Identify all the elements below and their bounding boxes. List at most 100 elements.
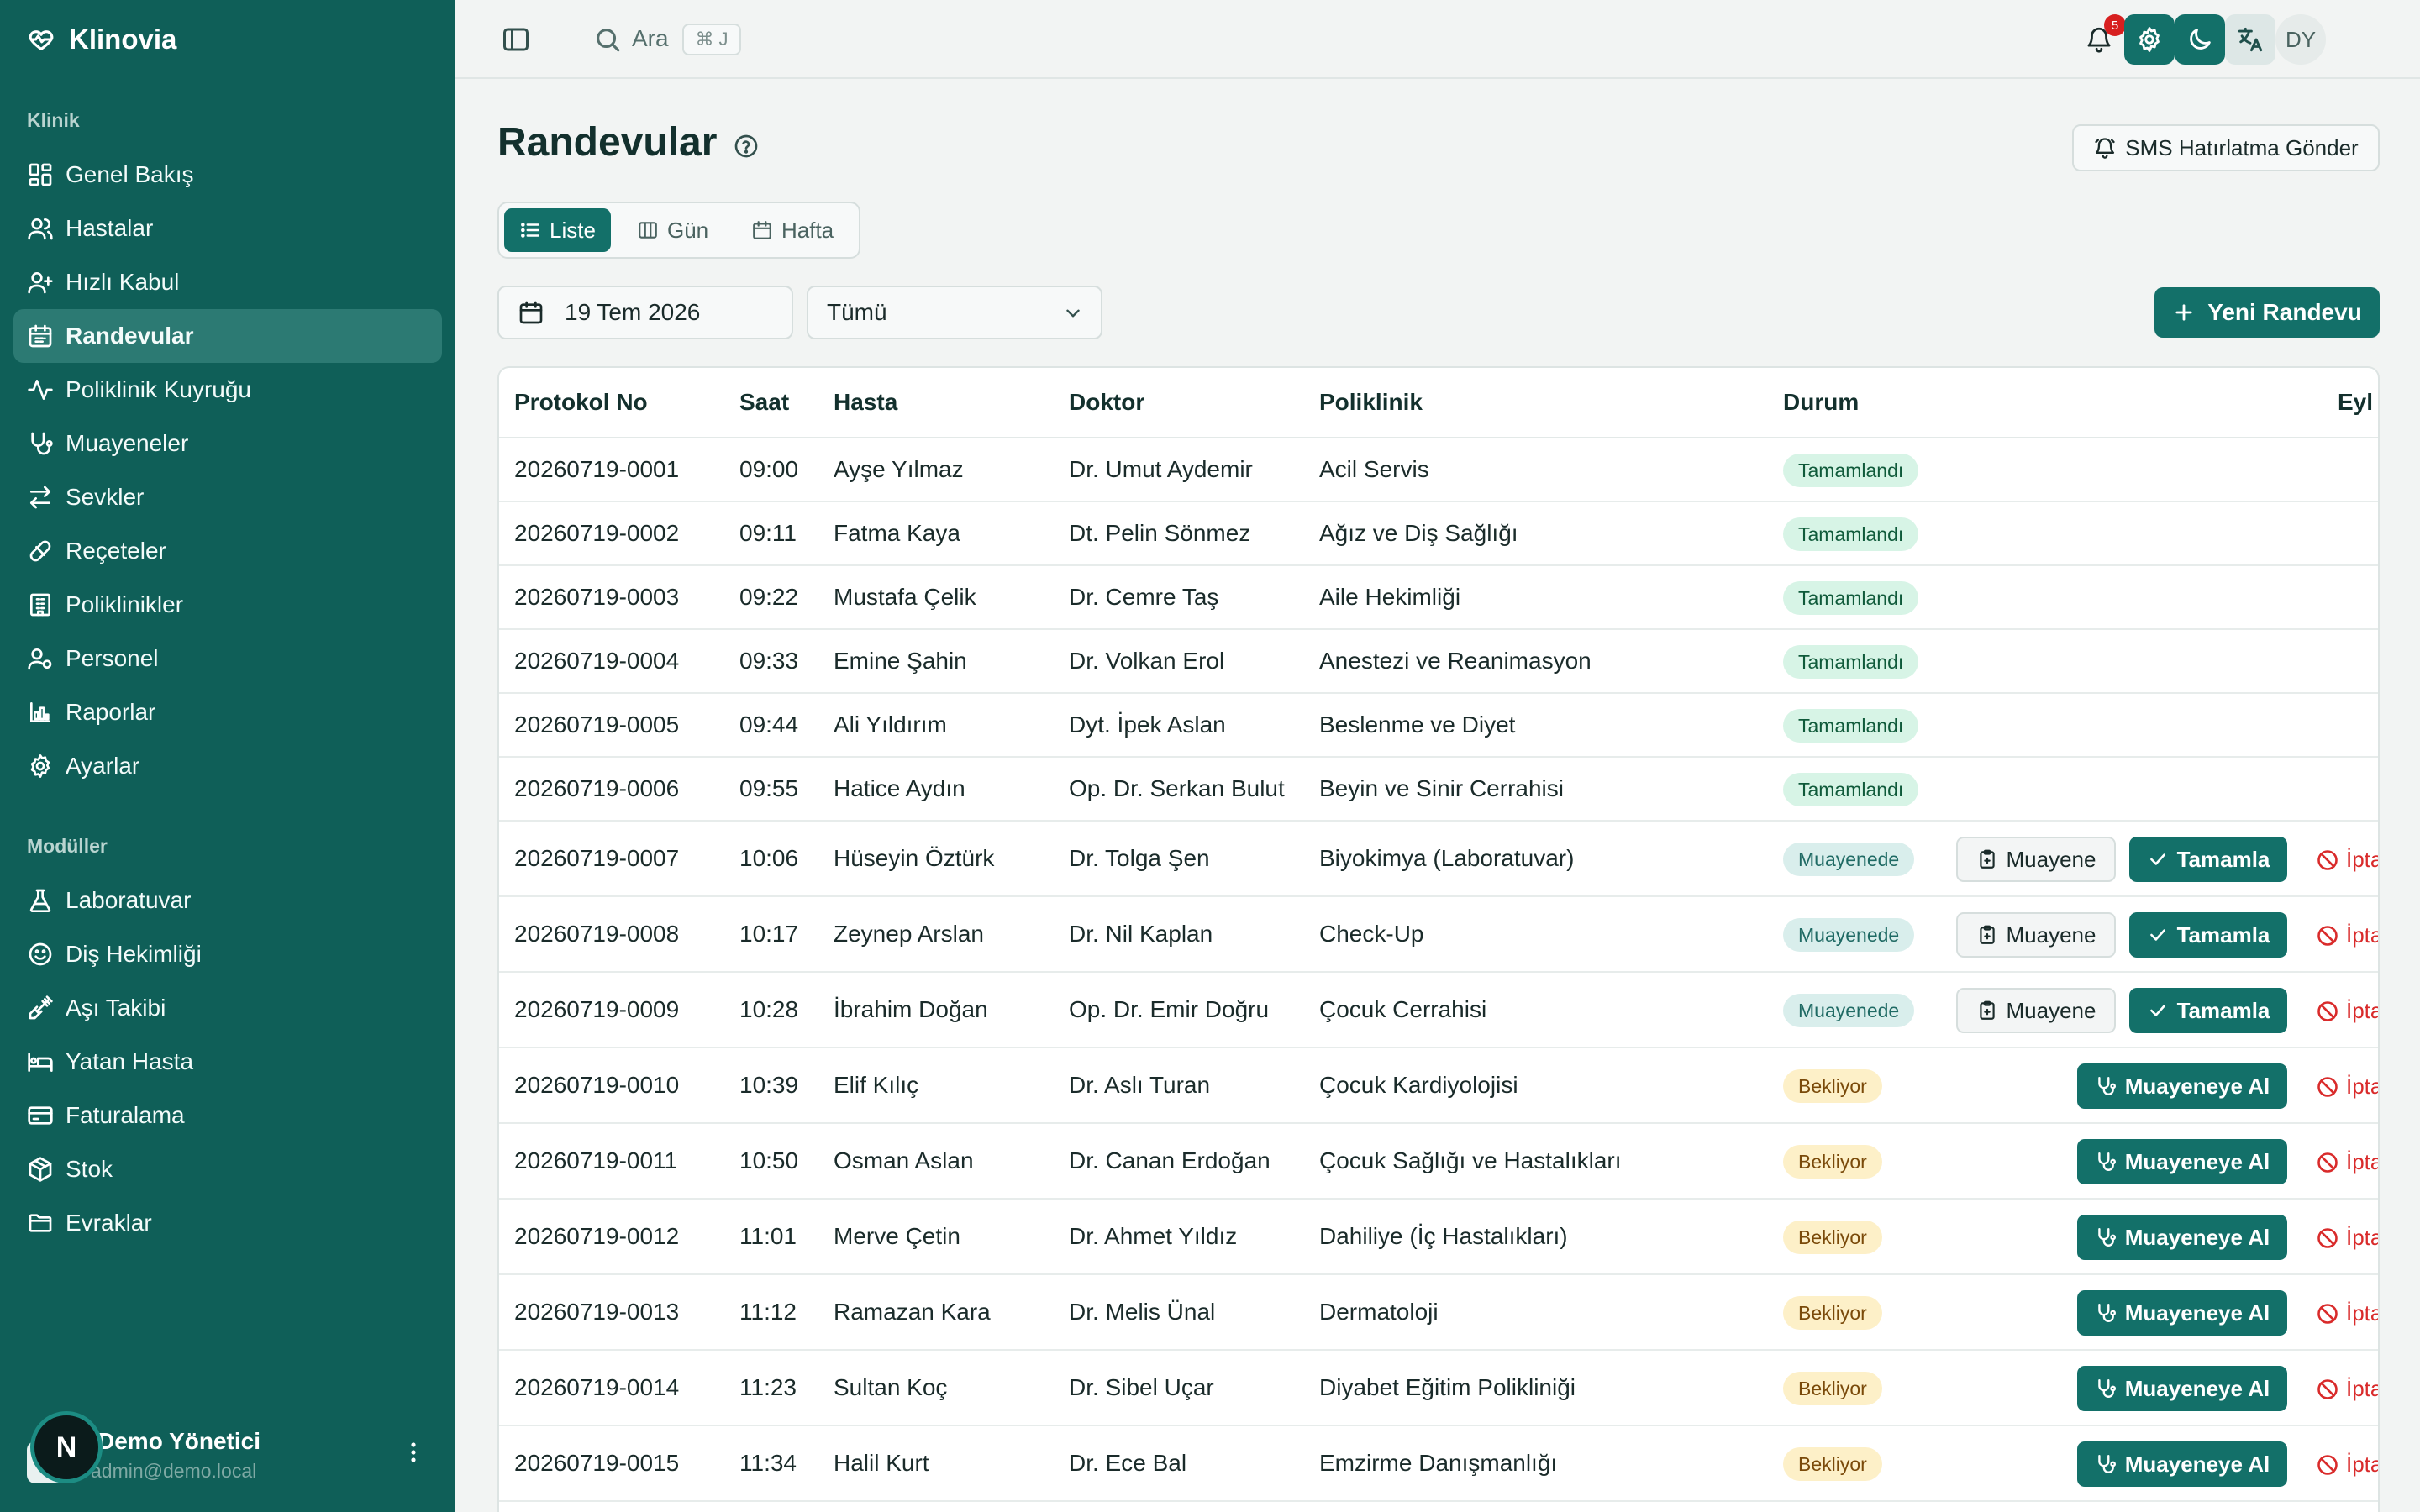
column-header-status[interactable]: Durum	[1783, 368, 1859, 437]
table-row[interactable]: 20260719-0015 11:34 Halil Kurt Dr. Ece Bal E…	[499, 1426, 2378, 1502]
sidebar-item-evraklar[interactable]: Evraklar	[13, 1196, 442, 1250]
tab-liste[interactable]: Liste	[504, 208, 611, 252]
brand[interactable]: Klinovia	[27, 24, 176, 55]
cell-clinic: Acil Servis	[1319, 456, 1429, 482]
sidebar-item-raporlar[interactable]: Raporlar	[13, 685, 442, 739]
table-row[interactable]: 20260719-0001 09:00 Ayşe Yılmaz Dr. Umut Ay…	[499, 438, 2378, 502]
sms-reminder-button[interactable]: SMS Hatırlatma Gönder	[2072, 124, 2380, 171]
cell-doctor: Op. Dr. Serkan Bulut	[1069, 775, 1285, 801]
sidebar-item-label: Personel	[66, 645, 159, 671]
sidebar-item-sevkler[interactable]: Sevkler	[13, 470, 442, 524]
table-row[interactable]: 20260719-0009 10:28 İbrahim Doğan Op. Dr. E…	[499, 973, 2378, 1048]
dark-mode-button[interactable]	[2175, 14, 2225, 65]
take-to-exam-button[interactable]: Muayeneye Al	[2077, 1063, 2287, 1109]
table-row[interactable]: 20260719-0006 09:55 Hatice Aydın Op. Dr. Se…	[499, 758, 2378, 822]
sidebar-item-yatan-hasta[interactable]: Yatan Hasta	[13, 1035, 442, 1089]
tab-gun[interactable]: Gün	[622, 208, 723, 252]
take-to-exam-button[interactable]: Muayeneye Al	[2077, 1139, 2287, 1184]
cancel-appointment-button[interactable]: İpta	[2316, 1452, 2378, 1478]
language-button[interactable]	[2225, 14, 2275, 65]
search-shortcut: ⌘ J	[682, 24, 741, 55]
sidebar-item-diş-hekimliği[interactable]: Diş Hekimliği	[13, 927, 442, 981]
column-header-clinic[interactable]: Poliklinik	[1319, 368, 1423, 437]
sidebar-item-poliklinik-kuyruğu[interactable]: Poliklinik Kuyruğu	[13, 363, 442, 417]
complete-button[interactable]: Tamamla	[2129, 912, 2287, 958]
sidebar-item-muayeneler[interactable]: Muayeneler	[13, 417, 442, 470]
sidebar-item-hızlı-kabul[interactable]: Hızlı Kabul	[13, 255, 442, 309]
sidebar-item-poliklinikler[interactable]: Poliklinikler	[13, 578, 442, 632]
cancel-appointment-button[interactable]: İpta	[2316, 1376, 2378, 1402]
table-row[interactable]: 20260719-0014 11:23 Sultan Koç Dr. Sibel Uç…	[499, 1351, 2378, 1426]
sidebar-item-stok[interactable]: Stok	[13, 1142, 442, 1196]
cancel-appointment-button[interactable]: İpta	[2316, 847, 2378, 873]
cancel-appointment-button[interactable]: İpta	[2316, 998, 2378, 1024]
search-icon[interactable]	[593, 25, 622, 54]
cancel-appointment-button[interactable]: İpta	[2316, 1225, 2378, 1251]
cell-doctor: Dr. Nil Kaplan	[1069, 921, 1213, 947]
table-row[interactable]: 20260719-0002 09:11 Fatma Kaya Dt. Pelin Sö…	[499, 502, 2378, 566]
sidebar-item-aşı-takibi[interactable]: Aşı Takibi	[13, 981, 442, 1035]
search-input[interactable]: Ara	[632, 25, 669, 52]
smile-icon	[29, 942, 52, 966]
cancel-appointment-button[interactable]: İpta	[2316, 1074, 2378, 1100]
examine-button[interactable]: Muayene	[1956, 988, 2116, 1033]
cancel-appointment-button[interactable]: İpta	[2316, 922, 2378, 948]
table-row[interactable]: 20260719-0008 10:17 Zeynep Arslan Dr. Nil K…	[499, 897, 2378, 973]
column-header-doctor[interactable]: Doktor	[1069, 368, 1144, 437]
user-profile[interactable]: N Demo Yönetici admin@demo.local	[27, 1408, 430, 1488]
tab-hafta[interactable]: Hafta	[736, 208, 849, 252]
table-row[interactable]: 20260719-0007 10:06 Hüseyin Öztürk Dr. Tolg…	[499, 822, 2378, 897]
help-circle-icon[interactable]	[733, 133, 760, 160]
column-header-protocol[interactable]: Protokol No	[514, 368, 648, 437]
cell-doctor: Dr. Cemre Taş	[1069, 584, 1219, 610]
clipboard-icon	[1979, 849, 1995, 869]
column-header-actions: Eyl	[2338, 389, 2374, 415]
cell-patient: Ali Yıldırım	[834, 711, 947, 738]
table-row[interactable]: 20260719-0012 11:01 Merve Çetin Dr. Ahmet Y…	[499, 1200, 2378, 1275]
take-to-exam-button[interactable]: Muayeneye Al	[2077, 1290, 2287, 1336]
sidebar-toggle-icon[interactable]	[501, 24, 531, 55]
appointments-table: Protokol No Saat Hasta Doktor Poliklinik…	[497, 366, 2380, 1512]
sidebar-item-randevular[interactable]: Randevular	[13, 309, 442, 363]
cell-protocol: 20260719-0010	[514, 1072, 680, 1098]
table-row[interactable]: 20260719-0011 10:50 Osman Aslan Dr. Canan E…	[499, 1124, 2378, 1200]
table-row[interactable]: 20260719-0010 10:39 Elif Kılıç Dr. Aslı Tur…	[499, 1048, 2378, 1124]
sidebar-item-ayarlar[interactable]: Ayarlar	[13, 739, 442, 793]
examine-button[interactable]: Muayene	[1956, 912, 2116, 958]
take-to-exam-button[interactable]: Muayeneye Al	[2077, 1366, 2287, 1411]
cancel-appointment-button[interactable]: İpta	[2316, 1300, 2378, 1326]
status-badge: Bekliyor	[1783, 1069, 1882, 1103]
complete-button[interactable]: Tamamla	[2129, 837, 2287, 882]
status-filter-select[interactable]: Tümü	[807, 286, 1102, 339]
cell-clinic: Diyabet Eğitim Polikliniği	[1319, 1374, 1576, 1400]
sidebar-item-faturalama[interactable]: Faturalama	[13, 1089, 442, 1142]
check-icon	[2149, 853, 2165, 865]
column-header-patient[interactable]: Hasta	[834, 368, 897, 437]
sidebar-item-reçeteler[interactable]: Reçeteler	[13, 524, 442, 578]
column-header-time[interactable]: Saat	[739, 368, 789, 437]
new-appointment-button[interactable]: Yeni Randevu	[2154, 287, 2380, 338]
table-row[interactable]: 20260719-0004 09:33 Emine Şahin Dr. Volkan …	[499, 630, 2378, 694]
date-picker[interactable]: 19 Tem 2026	[497, 286, 793, 339]
cancel-appointment-button[interactable]: İpta	[2316, 1149, 2378, 1175]
avatar[interactable]: N	[30, 1411, 103, 1483]
calendar-icon	[29, 324, 52, 348]
settings-button[interactable]	[2124, 14, 2175, 65]
take-to-exam-button[interactable]: Muayeneye Al	[2077, 1215, 2287, 1260]
complete-button[interactable]: Tamamla	[2129, 988, 2287, 1033]
table-row[interactable]: 20260719-0005 09:44 Ali Yıldırım Dyt. İpek …	[499, 694, 2378, 758]
sidebar-item-laboratuvar[interactable]: Laboratuvar	[13, 874, 442, 927]
sidebar-item-genel-bakış[interactable]: Genel Bakış	[13, 148, 442, 202]
user-avatar[interactable]: DY	[2275, 14, 2326, 65]
examine-button[interactable]: Muayene	[1956, 837, 2116, 882]
notifications-button[interactable]: 5	[2074, 14, 2126, 65]
table-row[interactable]: 20260719-0003 09:22 Mustafa Çelik Dr. Cemre…	[499, 566, 2378, 630]
more-vertical-icon[interactable]	[403, 1440, 424, 1465]
sidebar-item-personel[interactable]: Personel	[13, 632, 442, 685]
sidebar-item-hastalar[interactable]: Hastalar	[13, 202, 442, 255]
table-row[interactable]: 20260719-0013 11:12 Ramazan Kara Dr. Melis …	[499, 1275, 2378, 1351]
cell-patient: Mustafa Çelik	[834, 584, 976, 610]
take-to-exam-button[interactable]: Muayeneye Al	[2077, 1441, 2287, 1487]
pill-icon	[29, 540, 51, 562]
examine-label: Muayene	[2006, 846, 2096, 872]
